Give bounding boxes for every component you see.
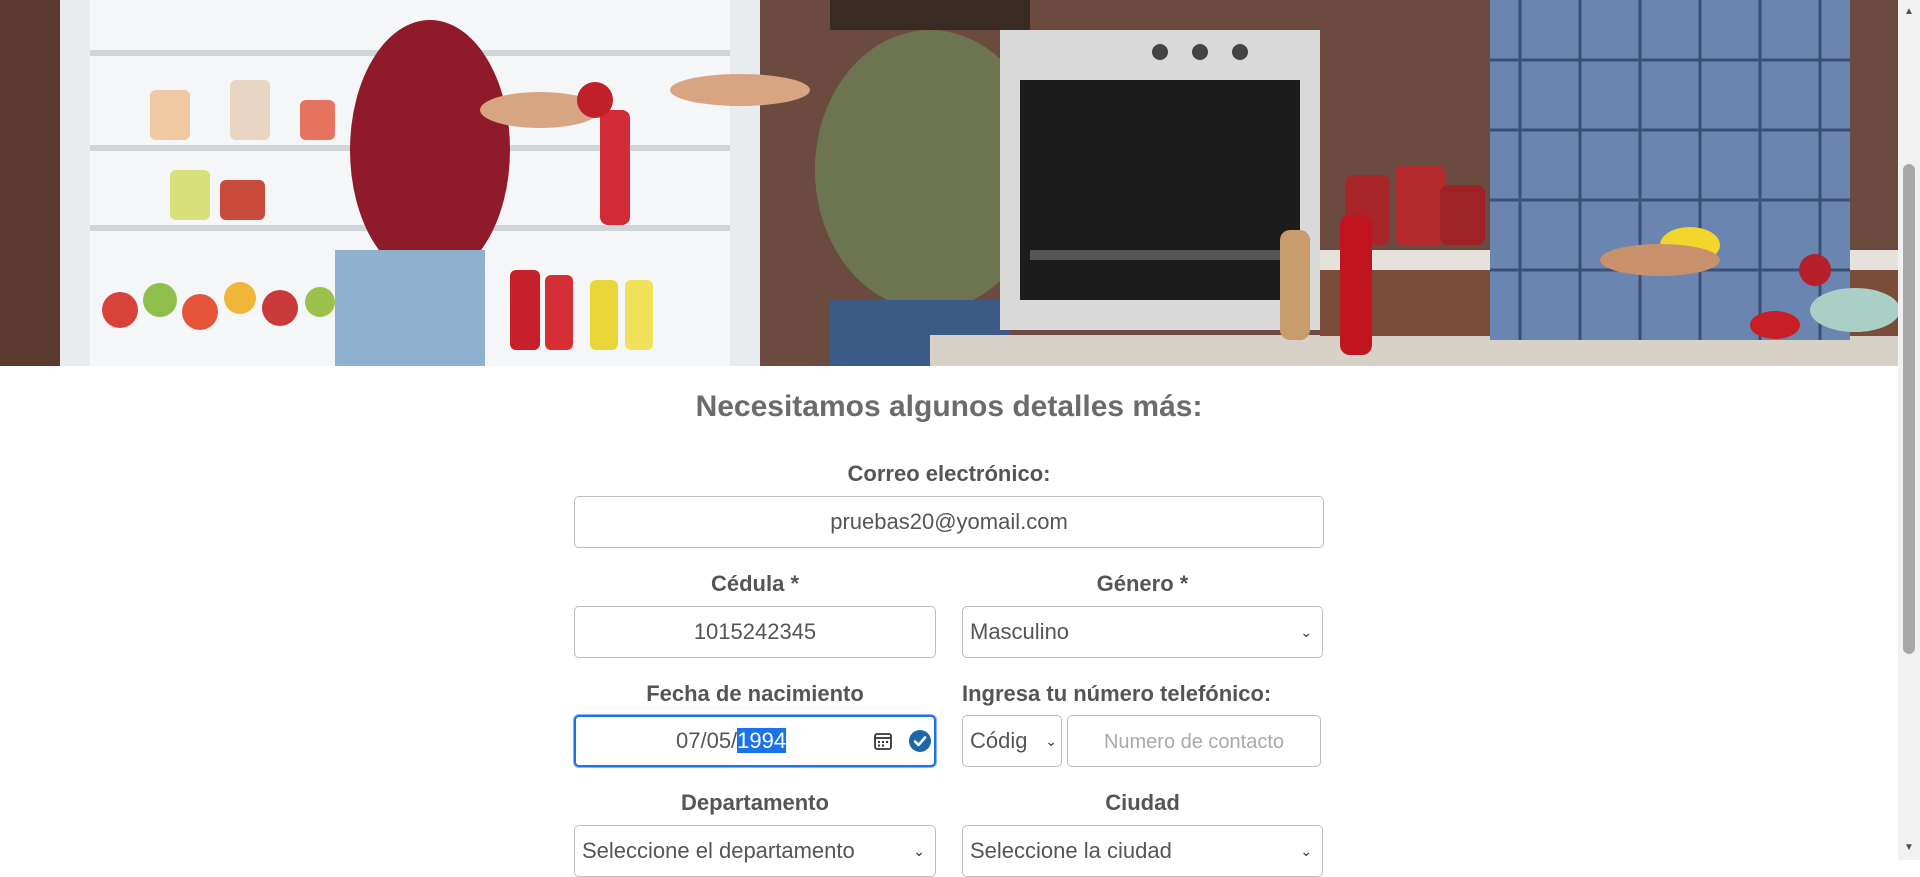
telefono-codigo-select[interactable]: Códig ⌄ <box>962 715 1062 767</box>
email-field[interactable]: pruebas20@yomail.com <box>574 496 1324 548</box>
page-scrollbar[interactable]: ▲ ▼ <box>1898 0 1920 860</box>
cedula-value: 1015242345 <box>693 619 817 644</box>
form-title: Necesitamos algunos detalles más: <box>695 390 1203 423</box>
telefono-label: Ingresa tu número telefónico: <box>962 681 1272 706</box>
check-circle-icon <box>908 729 932 759</box>
ciudad-label: Ciudad <box>1105 790 1180 815</box>
fecha-nacimiento-input[interactable]: 07/05/1994 <box>574 715 936 767</box>
fecha-value-selected: 1994 <box>737 728 787 753</box>
telefono-codigo-value: Códig <box>970 728 1028 753</box>
email-value: pruebas20@yomail.com <box>830 509 1068 534</box>
scroll-up-arrow-icon[interactable]: ▲ <box>1898 2 1920 22</box>
scroll-down-arrow-icon[interactable]: ▼ <box>1898 838 1920 858</box>
hero-banner-image <box>0 0 1898 366</box>
ciudad-value: Seleccione la ciudad <box>970 838 1172 863</box>
cedula-label: Cédula * <box>710 571 800 596</box>
genero-label: Género * <box>1096 571 1189 596</box>
genero-value: Masculino <box>970 619 1070 644</box>
chevron-down-icon: ⌄ <box>1300 624 1312 640</box>
chevron-down-icon: ⌄ <box>913 843 925 859</box>
ciudad-select[interactable]: Seleccione la ciudad ⌄ <box>962 825 1323 877</box>
email-label: Correo electrónico: <box>847 461 1051 486</box>
calendar-icon[interactable] <box>873 731 893 757</box>
telefono-placeholder: Numero de contacto <box>1103 731 1285 753</box>
departamento-select[interactable]: Seleccione el departamento ⌄ <box>574 825 936 877</box>
departamento-label: Departamento <box>681 790 829 815</box>
departamento-value: Seleccione el departamento <box>582 838 855 863</box>
chevron-down-icon: ⌄ <box>1300 843 1312 859</box>
cedula-field[interactable]: 1015242345 <box>574 606 936 658</box>
chevron-down-icon: ⌄ <box>1045 733 1057 749</box>
fecha-value-prefix: 07/05/ <box>676 728 738 753</box>
fecha-label: Fecha de nacimiento <box>646 681 864 706</box>
telefono-numero-input[interactable]: Numero de contacto <box>1067 715 1321 767</box>
scroll-thumb[interactable] <box>1903 164 1915 654</box>
genero-select[interactable]: Masculino ⌄ <box>962 606 1323 658</box>
